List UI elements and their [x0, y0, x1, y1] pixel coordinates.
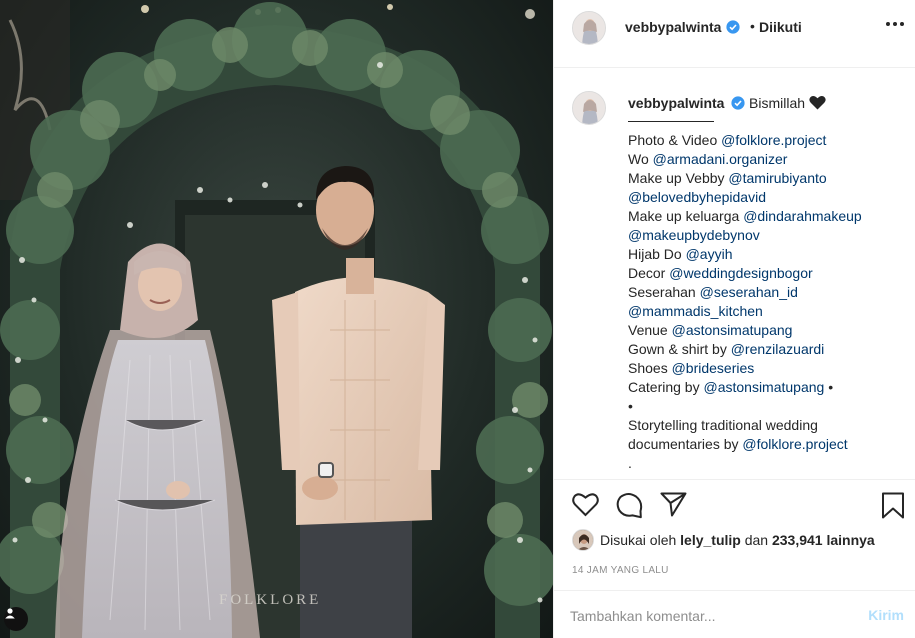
- caption-line: @makeupbydebynov: [628, 226, 908, 245]
- caption-line: Seserahan @seserahan_id: [628, 284, 798, 300]
- photo-watermark: FOLKLORE: [219, 592, 322, 608]
- post-header: vebbypalwinta • Diikuti: [554, 0, 915, 68]
- caption-divider: [628, 121, 714, 122]
- more-options-button[interactable]: [886, 22, 904, 26]
- mention-link[interactable]: @astonsimatupang: [703, 379, 824, 395]
- mention-link[interactable]: @mammadis_kitchen: [628, 303, 763, 319]
- caption-line: Shoes @brideseries: [628, 360, 755, 376]
- more-horizontal-icon: [886, 22, 890, 26]
- mention-link[interactable]: @brideseries: [672, 360, 755, 376]
- likes-joiner: dan: [744, 532, 769, 548]
- mention-link[interactable]: @renzilazuardi: [731, 341, 825, 357]
- action-bar: Disukai oleh lely_tulip dan 233,941 lain…: [554, 479, 915, 603]
- caption-line: Venue @astonsimatupang: [628, 322, 793, 338]
- caption-line: Photo & Video @folklore.project: [628, 132, 827, 148]
- mention-link[interactable]: @weddingdesignbogor: [669, 265, 812, 281]
- caption-line: •: [628, 398, 633, 414]
- liker-username-link[interactable]: lely_tulip: [680, 532, 741, 548]
- mention-link[interactable]: @ayyih: [686, 246, 733, 262]
- mention-link[interactable]: @belovedbyhepidavid: [628, 189, 766, 205]
- caption-line: Wo @armadani.organizer: [628, 151, 788, 167]
- likes-count-link[interactable]: 233,941 lainnya: [772, 532, 875, 548]
- heart-outline-icon[interactable]: [572, 492, 599, 522]
- mention-link[interactable]: @dindarahmakeup: [743, 208, 862, 224]
- tagged-users-button[interactable]: [4, 607, 28, 631]
- caption-line: Gown & shirt by @renzilazuardi: [628, 341, 825, 357]
- following-button[interactable]: Diikuti: [759, 19, 802, 35]
- caption-username-link[interactable]: vebbypalwinta: [628, 95, 724, 111]
- bookmark-icon[interactable]: [881, 492, 905, 524]
- post-comment-button[interactable]: Kirim: [868, 607, 904, 623]
- caption-line: Catering by @astonsimatupang •: [628, 379, 834, 395]
- likes-summary: Disukai oleh lely_tulip dan 233,941 lain…: [572, 529, 875, 551]
- caption-area[interactable]: vebbypalwinta Bismillah Photo & Video @f…: [554, 69, 915, 479]
- mention-link[interactable]: @tamirubiyanto: [728, 170, 826, 186]
- post-photo[interactable]: FOLKLORE: [0, 0, 553, 638]
- caption-line: Decor @weddingdesignbogor: [628, 265, 813, 281]
- black-heart-icon: [809, 95, 826, 113]
- avatar[interactable]: [572, 529, 594, 551]
- mention-link[interactable]: @armadani.organizer: [653, 151, 788, 167]
- caption-line: Make up Vebby @tamirubiyanto: [628, 170, 827, 186]
- post-side-panel: vebbypalwinta • Diikuti vebbypalwinta Bi…: [553, 0, 915, 638]
- caption-line: @mammadis_kitchen: [628, 302, 908, 321]
- mention-link[interactable]: @makeupbydebynov: [628, 227, 760, 243]
- caption-line: Make up keluarga @dindarahmakeup: [628, 208, 862, 224]
- caption-line: Hijab Do @ayyih: [628, 246, 733, 262]
- likes-prefix: Disukai oleh: [600, 532, 677, 548]
- username-link[interactable]: vebbypalwinta: [625, 19, 721, 35]
- comment-bubble-icon[interactable]: [616, 492, 643, 524]
- mention-link[interactable]: @folklore.project: [742, 436, 847, 452]
- post-timestamp[interactable]: 14 JAM YANG LALU: [572, 565, 669, 576]
- verified-badge-icon: [726, 20, 740, 39]
- avatar[interactable]: [572, 91, 606, 125]
- caption-line: Storytelling traditional wedding: [628, 417, 818, 433]
- caption-line: documentaries by @folklore.project: [628, 436, 848, 452]
- avatar[interactable]: [572, 11, 606, 45]
- mention-link[interactable]: @folklore.project: [721, 132, 826, 148]
- paper-plane-icon[interactable]: [660, 492, 687, 522]
- caption-first-line: Bismillah: [749, 95, 826, 113]
- caption-line: @belovedbyhepidavid: [628, 188, 908, 207]
- caption-text: Photo & Video @folklore.project Wo @armad…: [628, 131, 908, 473]
- comment-bar: Kirim: [554, 590, 915, 638]
- separator-dot: •: [750, 18, 755, 34]
- verified-badge-icon: [731, 96, 745, 115]
- mention-link[interactable]: @seserahan_id: [700, 284, 798, 300]
- wedding-photo-illustration: [0, 0, 553, 638]
- caption-line: .: [628, 455, 632, 471]
- mention-link[interactable]: @astonsimatupang: [672, 322, 793, 338]
- comment-input[interactable]: [570, 605, 840, 627]
